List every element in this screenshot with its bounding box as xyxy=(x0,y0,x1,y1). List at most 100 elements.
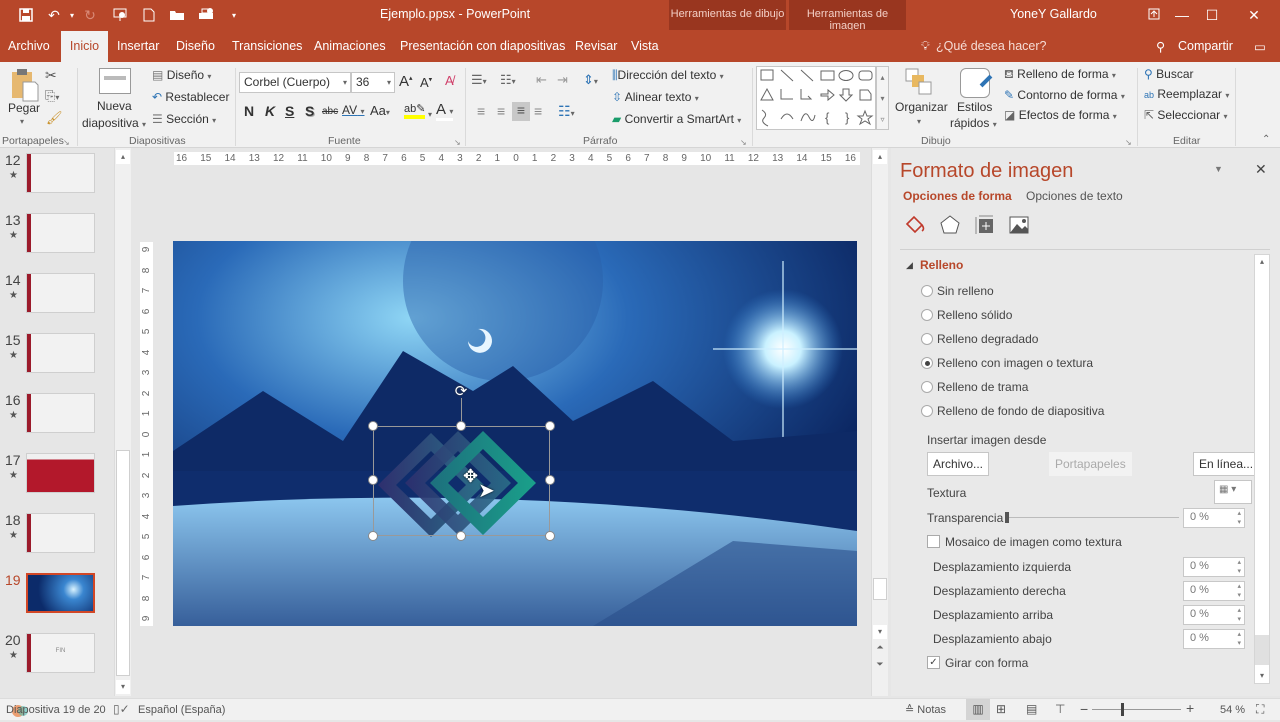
drawing-launcher-icon[interactable]: ↘ xyxy=(1125,138,1132,147)
increase-font-icon[interactable]: A▴ xyxy=(399,73,413,90)
print-icon[interactable] xyxy=(196,5,216,25)
tab-vista[interactable]: Vista xyxy=(631,39,659,53)
select-button[interactable]: ⇱ Seleccionar ▾ xyxy=(1144,108,1227,122)
resize-handle-ne[interactable] xyxy=(545,421,555,431)
zoom-in-button[interactable]: + xyxy=(1186,700,1194,716)
quick-styles-icon[interactable] xyxy=(960,68,993,98)
align-center-icon[interactable]: ≡ xyxy=(497,103,505,119)
fill-option-radio[interactable] xyxy=(921,405,933,417)
tab-archivo[interactable]: Archivo xyxy=(8,39,50,53)
resize-handle-s[interactable] xyxy=(456,531,466,541)
paste-dropdown-icon[interactable]: ▾ xyxy=(20,117,24,126)
paragraph-launcher-icon[interactable]: ↘ xyxy=(740,138,747,147)
fill-option-radio[interactable] xyxy=(921,285,933,297)
underline-button[interactable]: S xyxy=(285,103,294,119)
tab-diseno[interactable]: Diseño xyxy=(176,39,215,53)
paste-button[interactable]: Pegar xyxy=(8,101,40,115)
online-button[interactable]: En línea... xyxy=(1193,452,1260,476)
reset-button[interactable]: ↶ Restablecer xyxy=(152,90,229,104)
rotate-handle-icon[interactable]: ⟳ xyxy=(452,383,470,401)
highlight-icon[interactable]: ab✎ xyxy=(404,102,426,119)
scroll-down-icon[interactable]: ▾ xyxy=(1255,669,1269,683)
shape-effects-button[interactable]: ◪ Efectos de forma ▾ xyxy=(1004,108,1117,122)
pane-scroll-track[interactable] xyxy=(1255,635,1269,665)
tab-revisar[interactable]: Revisar xyxy=(575,39,617,53)
resize-handle-e[interactable] xyxy=(545,475,555,485)
layout-button[interactable]: ▤ Diseño ▾ xyxy=(152,68,211,82)
zoom-level[interactable]: 54 % xyxy=(1220,704,1245,716)
pane-scrollbar[interactable]: ▴ ▾ xyxy=(1254,254,1270,684)
pane-close-icon[interactable]: ✕ xyxy=(1255,161,1267,178)
slide-thumbnail[interactable] xyxy=(26,513,95,553)
scroll-up-icon[interactable]: ▴ xyxy=(873,150,887,164)
increase-indent-icon[interactable]: ⇥ xyxy=(557,72,568,88)
justify-icon[interactable]: ≡ xyxy=(534,103,542,119)
fill-option-radio[interactable] xyxy=(921,357,933,369)
canvas-scrollbar[interactable]: ▴ ▾ ⏶ ⏷ xyxy=(871,148,888,696)
thumbnails-scroll-thumb[interactable] xyxy=(116,450,130,676)
pane-options-dropdown-icon[interactable]: ▼ xyxy=(1214,164,1223,174)
shapes-gallery-scroll[interactable]: ▴ ▾ ▿ xyxy=(876,66,889,130)
texture-picker[interactable]: ▦ ▾ xyxy=(1214,480,1252,504)
font-size-select[interactable]: 36 ▾ xyxy=(351,72,395,93)
notes-button[interactable]: ≙ Notas xyxy=(905,703,946,716)
slide-sorter-icon[interactable]: ⊞ xyxy=(996,702,1006,716)
clear-formatting-icon[interactable]: A̸ xyxy=(445,73,454,88)
bold-button[interactable]: N xyxy=(244,103,254,119)
language-status[interactable]: Español (España) xyxy=(138,704,225,716)
decrease-indent-icon[interactable]: ⇤ xyxy=(536,72,547,88)
ribbon-display-options-icon[interactable] xyxy=(1141,4,1167,26)
tab-transiciones[interactable]: Transiciones xyxy=(232,39,302,53)
slide-thumbnail[interactable] xyxy=(26,573,95,613)
share-person-icon[interactable]: ⚲ xyxy=(1156,39,1165,54)
highlight-dropdown-icon[interactable]: ▾ xyxy=(428,106,432,120)
resize-handle-n[interactable] xyxy=(456,421,466,431)
char-spacing-button[interactable]: AV ▾ xyxy=(342,103,364,117)
scroll-down-icon[interactable]: ▾ xyxy=(116,680,130,694)
copy-icon[interactable]: ⎘▾ xyxy=(45,88,59,104)
zoom-slider-thumb[interactable] xyxy=(1121,703,1124,716)
offset-input[interactable]: 0 % xyxy=(1183,557,1245,577)
slideshow-view-icon[interactable]: ⊤ xyxy=(1055,702,1065,716)
fill-option-label[interactable]: Relleno con imagen o textura xyxy=(937,356,1093,370)
normal-view-icon[interactable]: ▥ xyxy=(966,699,990,720)
arrange-dropdown-icon[interactable]: ▾ xyxy=(917,117,921,126)
collapse-ribbon-icon[interactable]: ⌃ xyxy=(1262,134,1270,145)
slideshow-icon[interactable] xyxy=(110,5,130,25)
comments-icon[interactable]: ▭ xyxy=(1254,39,1266,54)
scroll-up-icon[interactable]: ▴ xyxy=(1255,255,1269,269)
undo-icon[interactable]: ↶ xyxy=(44,5,64,25)
numbering-icon[interactable]: ☷▾ xyxy=(500,72,516,88)
zoom-slider-track[interactable] xyxy=(1092,709,1181,710)
close-window-button[interactable]: ✕ xyxy=(1241,4,1267,26)
shape-fill-button[interactable]: ⛾ Relleno de forma ▾ xyxy=(1004,67,1116,83)
offset-input[interactable]: 0 % xyxy=(1183,581,1245,601)
tab-shape-options[interactable]: Opciones de forma xyxy=(903,189,1012,203)
fill-option-label[interactable]: Relleno sólido xyxy=(937,308,1012,322)
decrease-font-icon[interactable]: A▾ xyxy=(420,75,432,90)
tab-text-options[interactable]: Opciones de texto xyxy=(1026,189,1123,203)
fill-option-radio[interactable] xyxy=(921,381,933,393)
picture-icon[interactable] xyxy=(1008,214,1030,236)
strikethrough-button[interactable]: abc xyxy=(322,106,338,117)
reading-view-icon[interactable]: ▤ xyxy=(1026,702,1037,716)
offset-input[interactable]: 0 % xyxy=(1183,605,1245,625)
fill-option-label[interactable]: Relleno degradado xyxy=(937,332,1038,346)
maximize-button[interactable]: ☐ xyxy=(1199,4,1225,26)
font-name-select[interactable]: Corbel (Cuerpo) ▾ xyxy=(239,72,351,93)
tell-me-search[interactable]: ¿Qué desea hacer? xyxy=(936,39,1047,53)
paste-icon[interactable] xyxy=(11,68,39,102)
scroll-down-icon[interactable]: ▾ xyxy=(873,625,887,639)
slide-thumbnail[interactable] xyxy=(26,393,95,433)
new-file-icon[interactable] xyxy=(139,5,159,25)
slide-thumbnail[interactable] xyxy=(26,153,95,193)
font-launcher-icon[interactable]: ↘ xyxy=(454,138,461,147)
offset-input[interactable]: 0 % xyxy=(1183,629,1245,649)
share-button[interactable]: Compartir xyxy=(1178,39,1233,53)
redo-icon[interactable]: ↻ xyxy=(80,5,100,25)
tile-checkbox[interactable] xyxy=(927,535,940,548)
change-case-button[interactable]: Aa▾ xyxy=(370,103,390,118)
align-right-icon[interactable]: ≡ xyxy=(512,102,530,121)
slide-thumbnail[interactable]: FIN xyxy=(26,633,95,673)
transparency-input[interactable]: 0 % xyxy=(1183,508,1245,528)
